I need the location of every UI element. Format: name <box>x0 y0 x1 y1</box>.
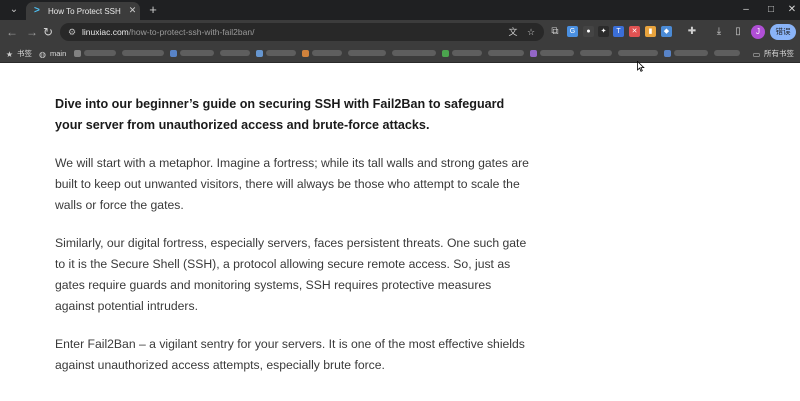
url-host: linuxiac.com <box>82 27 129 37</box>
linuxiac-favicon-icon: > <box>34 5 40 16</box>
page-content: Dive into our beginner’s guide on securi… <box>0 64 800 401</box>
article-lead: Dive into our beginner’s guide on securi… <box>55 97 505 132</box>
folder-icon: ▭ <box>752 50 761 59</box>
site-info-icon[interactable]: ⚙ <box>66 26 78 38</box>
blurred-bookmark[interactable] <box>180 50 214 56</box>
article-paragraph: Similarly, our digital fortress, especia… <box>55 236 527 313</box>
blurred-bookmark[interactable] <box>392 50 436 56</box>
article-body: Dive into our beginner’s guide on securi… <box>55 94 530 393</box>
downloads-icon[interactable]: ⤓ <box>712 25 726 39</box>
blurred-bookmark[interactable] <box>312 50 342 56</box>
extension-translate-icon[interactable]: T <box>613 26 624 37</box>
blurred-bookmark[interactable] <box>664 50 671 57</box>
article-paragraph: Enter Fail2Ban – a vigilant sentry for y… <box>55 337 525 372</box>
blurred-bookmark[interactable] <box>452 50 482 56</box>
bookmark-main-label: main <box>50 49 67 58</box>
globe-icon: ◍ <box>39 50 46 59</box>
open-in-tab-icon[interactable]: ⧉ <box>548 25 562 39</box>
extension-google-icon[interactable]: G <box>567 26 578 37</box>
address-bar[interactable]: ⚙ linuxiac.com/how-to-protect-ssh-with-f… <box>60 23 544 41</box>
article-paragraph: We will start with a metaphor. Imagine a… <box>55 156 529 212</box>
blurred-bookmark[interactable] <box>540 50 574 56</box>
close-window-button[interactable]: ✕ <box>781 2 800 18</box>
new-tab-button[interactable]: + <box>146 3 160 17</box>
blurred-bookmark[interactable] <box>122 50 164 56</box>
blurred-bookmark[interactable] <box>488 50 524 56</box>
profile-avatar[interactable]: J <box>751 25 765 39</box>
bookmarks-bar: ★ 书签 ◍ main ▭ 所有书签 <box>0 44 800 63</box>
tab-active[interactable]: > How To Protect SSH with Fail2Ban ✕ <box>26 2 140 20</box>
star-icon: ★ <box>5 50 14 59</box>
blurred-bookmark[interactable] <box>84 50 116 56</box>
blurred-bookmark[interactable] <box>256 50 263 57</box>
tab-search-chevron-icon[interactable]: ⌄ <box>3 2 25 18</box>
tab-strip: ⌄ > How To Protect SSH with Fail2Ban ✕ +… <box>0 0 800 20</box>
url-text[interactable]: linuxiac.com/how-to-protect-ssh-with-fai… <box>82 26 254 38</box>
all-bookmarks-label: 所有书签 <box>764 49 794 58</box>
extension-bookmark-icon[interactable]: ▮ <box>645 26 656 37</box>
forward-button[interactable]: → <box>24 24 40 40</box>
blurred-bookmark[interactable] <box>266 50 296 56</box>
blurred-bookmark[interactable] <box>74 50 81 57</box>
blurred-bookmark[interactable] <box>530 50 537 57</box>
minimize-button[interactable]: – <box>735 2 757 18</box>
blurred-bookmark[interactable] <box>442 50 449 57</box>
tab-close-icon[interactable]: ✕ <box>127 5 138 16</box>
blurred-bookmark[interactable] <box>580 50 612 56</box>
error-button[interactable]: 错误 <box>770 24 796 40</box>
blurred-bookmark[interactable] <box>714 50 740 56</box>
blurred-bookmark[interactable] <box>220 50 250 56</box>
blurred-bookmark[interactable] <box>618 50 658 56</box>
blurred-bookmark[interactable] <box>674 50 708 56</box>
side-panel-icon[interactable]: ▯ <box>731 25 745 39</box>
maximize-button[interactable]: □ <box>760 2 782 18</box>
extension-red-icon[interactable]: ✕ <box>629 26 640 37</box>
back-button[interactable]: ← <box>4 24 20 40</box>
translate-icon[interactable]: 文 <box>507 26 519 38</box>
url-path: /how-to-protect-ssh-with-fail2ban/ <box>128 27 255 37</box>
all-bookmarks-folder[interactable]: ▭ 所有书签 <box>752 47 794 60</box>
extensions-puzzle-icon[interactable]: ✚ <box>685 25 699 39</box>
extension-sparkle-icon[interactable]: ✦ <box>598 26 609 37</box>
blurred-bookmark[interactable] <box>170 50 177 57</box>
extension-badge-icon[interactable]: ● <box>583 26 594 37</box>
extension-blue-icon[interactable]: ◆ <box>661 26 672 37</box>
browser-toolbar: ← → ↻ ⚙ linuxiac.com/how-to-protect-ssh-… <box>0 20 800 44</box>
tab-title: How To Protect SSH with Fail2Ban <box>48 7 122 16</box>
reload-button[interactable]: ↻ <box>40 24 56 40</box>
blurred-bookmark[interactable] <box>302 50 309 57</box>
bookmark-main[interactable]: ◍ main <box>38 47 66 60</box>
bookmarks-menu[interactable]: ★ 书签 <box>5 47 32 60</box>
bookmarks-label: 书签 <box>17 49 32 58</box>
blurred-bookmark[interactable] <box>348 50 386 56</box>
bookmark-star-icon[interactable]: ☆ <box>525 26 537 38</box>
mouse-cursor-icon <box>637 61 645 72</box>
